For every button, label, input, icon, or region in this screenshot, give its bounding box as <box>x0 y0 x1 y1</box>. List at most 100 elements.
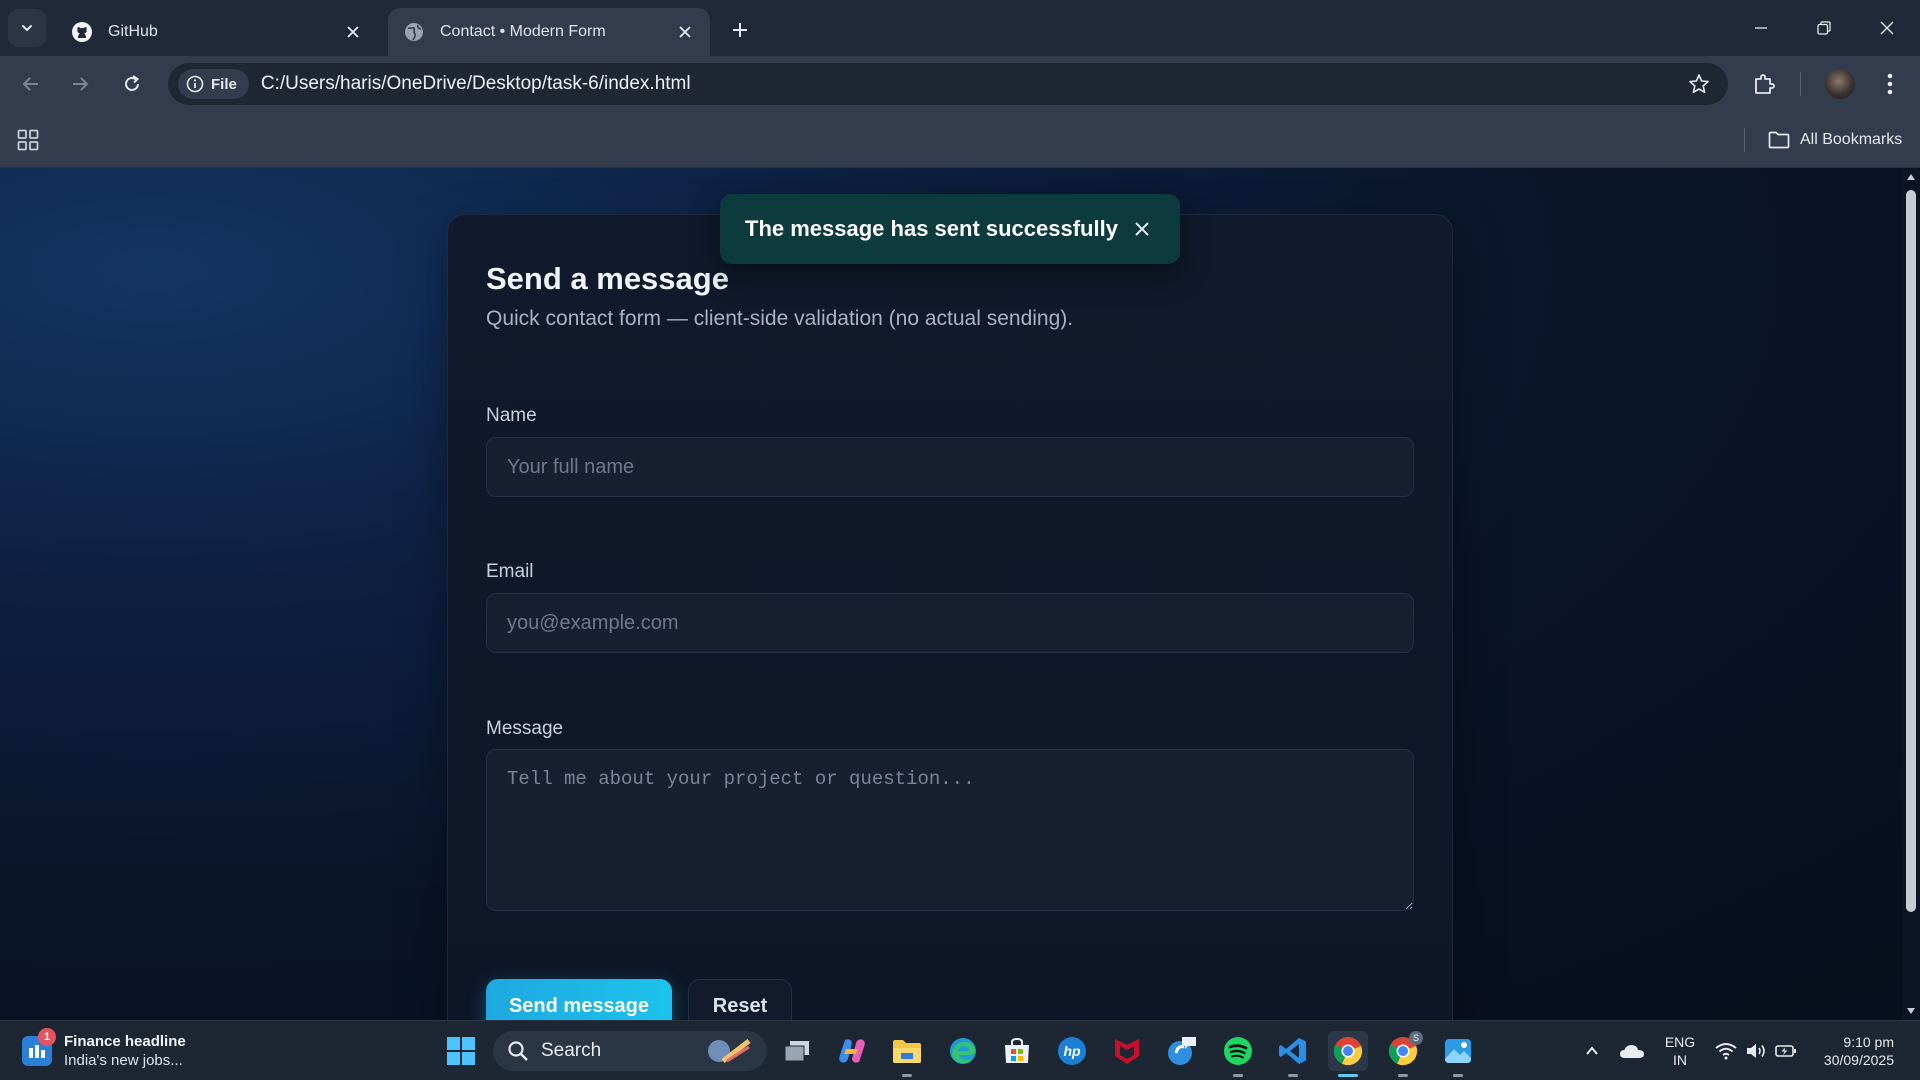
arrow-right-icon <box>73 77 89 91</box>
vscode-icon[interactable] <box>1273 1031 1313 1077</box>
language-indicator[interactable]: ENG IN <box>1660 1033 1700 1069</box>
news-widget[interactable]: 1 Finance headline India's new jobs... <box>22 1028 186 1072</box>
globe-icon <box>402 20 426 44</box>
puzzle-icon <box>1755 74 1775 94</box>
news-subtitle: India's new jobs... <box>64 1052 183 1069</box>
store-icon[interactable] <box>997 1031 1037 1071</box>
spotify-icon[interactable] <box>1218 1031 1258 1077</box>
copilot-icon[interactable] <box>832 1031 872 1071</box>
chevron-down-icon <box>22 25 32 32</box>
search-highlight-icon <box>708 1039 751 1063</box>
close-tab-icon[interactable] <box>674 21 696 43</box>
region-code: IN <box>1673 1052 1687 1068</box>
tab-github[interactable]: GitHub <box>56 8 378 56</box>
avatar <box>1825 69 1855 99</box>
support-icon[interactable] <box>1162 1031 1202 1071</box>
reload-icon <box>125 75 140 91</box>
windows-taskbar: 1 Finance headline India's new jobs... S… <box>0 1020 1920 1080</box>
task-view-icon[interactable] <box>777 1031 817 1071</box>
windows-start-icon[interactable] <box>441 1031 481 1071</box>
close-icon <box>1135 222 1149 236</box>
name-label: Name <box>486 405 537 426</box>
close-icon <box>1880 21 1894 35</box>
reload-button[interactable] <box>114 66 150 102</box>
chrome-profile-icon[interactable]: S <box>1383 1031 1423 1077</box>
plus-icon <box>733 23 747 37</box>
taskbar-search[interactable]: Search <box>493 1031 767 1071</box>
github-icon <box>70 20 94 44</box>
restore-icon <box>1817 21 1831 35</box>
search-icon <box>508 1041 528 1061</box>
chrome-profile-badge: S <box>1409 1031 1423 1045</box>
bookmark-star-button[interactable] <box>1684 69 1714 99</box>
profile-button[interactable] <box>1822 66 1858 102</box>
form-title: Send a message <box>486 261 729 296</box>
battery-icon[interactable] <box>1766 1031 1806 1071</box>
close-tab-icon[interactable] <box>342 21 364 43</box>
scrollbar-thumb[interactable] <box>1906 190 1916 912</box>
send-message-button[interactable]: Send message <box>486 979 672 1020</box>
edge-icon[interactable] <box>943 1031 983 1071</box>
bookmarks-divider <box>1744 128 1745 152</box>
minimize-icon <box>1755 27 1767 29</box>
email-input[interactable] <box>486 593 1414 653</box>
apps-grid-icon <box>17 129 39 151</box>
file-explorer-icon[interactable] <box>887 1031 927 1077</box>
toast-message: The message has sent successfully <box>745 216 1118 241</box>
all-bookmarks-label: All Bookmarks <box>1800 131 1903 148</box>
bookmarks-bar: All Bookmarks <box>0 112 1920 168</box>
tab-search-button[interactable] <box>8 9 46 47</box>
site-chip-label: File <box>211 75 237 93</box>
hp-icon[interactable]: hp <box>1052 1031 1092 1071</box>
toast-close-button[interactable] <box>1124 211 1160 247</box>
news-icon: 1 <box>22 1028 56 1066</box>
tab-title: GitHub <box>108 23 158 40</box>
taskbar-clock[interactable]: 9:10 pm 30/09/2025 <box>1802 1033 1894 1069</box>
clock-date: 30/09/2025 <box>1823 1052 1894 1068</box>
site-info-chip[interactable]: File <box>178 69 249 99</box>
address-bar[interactable]: File C:/Users/haris/OneDrive/Desktop/tas… <box>168 63 1728 105</box>
back-button[interactable] <box>13 66 49 102</box>
info-icon <box>186 75 204 93</box>
scroll-down-arrow-icon[interactable] <box>1906 1006 1916 1016</box>
search-label: Search <box>541 1040 602 1061</box>
page-viewport: Send a message Quick contact form — clie… <box>0 168 1902 1020</box>
forward-button[interactable] <box>62 66 98 102</box>
extensions-button[interactable] <box>1746 66 1782 102</box>
minimize-button[interactable] <box>1738 8 1784 48</box>
tab-title: Contact • Modern Form <box>440 23 606 40</box>
email-label: Email <box>486 561 534 582</box>
onedrive-icon[interactable] <box>1612 1031 1652 1071</box>
page-scrollbar[interactable] <box>1902 168 1920 1020</box>
apps-button[interactable] <box>14 126 42 154</box>
tab-contact-form[interactable]: Contact • Modern Form <box>388 8 710 56</box>
tab-strip: GitHub Contact • Modern Form <box>0 0 1920 56</box>
success-toast: The message has sent successfully <box>720 194 1180 264</box>
news-badge: 1 <box>38 1028 56 1046</box>
restore-button[interactable] <box>1801 8 1847 48</box>
folder-icon <box>1768 131 1790 149</box>
chevron-up-icon <box>1586 1046 1598 1055</box>
message-textarea[interactable] <box>486 749 1414 911</box>
svg-text:hp: hp <box>1063 1043 1081 1059</box>
browser-toolbar: File C:/Users/haris/OneDrive/Desktop/tas… <box>0 56 1920 112</box>
reset-button[interactable]: Reset <box>688 979 792 1020</box>
chrome-icon[interactable] <box>1328 1031 1368 1077</box>
language-code: ENG <box>1664 1034 1696 1050</box>
name-input[interactable] <box>486 437 1414 497</box>
form-subtitle: Quick contact form — client-side validat… <box>486 307 1074 330</box>
photos-icon[interactable] <box>1438 1031 1478 1077</box>
toolbar-divider <box>1800 72 1801 96</box>
url-text[interactable]: C:/Users/haris/OneDrive/Desktop/task-6/i… <box>261 73 691 95</box>
all-bookmarks-button[interactable]: All Bookmarks <box>1768 126 1902 154</box>
new-tab-button[interactable] <box>724 14 756 46</box>
mcafee-icon[interactable] <box>1107 1031 1147 1071</box>
scroll-up-arrow-icon[interactable] <box>1906 172 1916 182</box>
arrow-left-icon <box>22 77 38 91</box>
show-hidden-icons-button[interactable] <box>1572 1031 1612 1071</box>
contact-card: Send a message Quick contact form — clie… <box>447 214 1453 1020</box>
chrome-menu-button[interactable] <box>1872 66 1908 102</box>
close-window-button[interactable] <box>1864 8 1910 48</box>
more-vertical-icon <box>1887 73 1893 95</box>
clock-time: 9:10 pm <box>1843 1034 1894 1050</box>
